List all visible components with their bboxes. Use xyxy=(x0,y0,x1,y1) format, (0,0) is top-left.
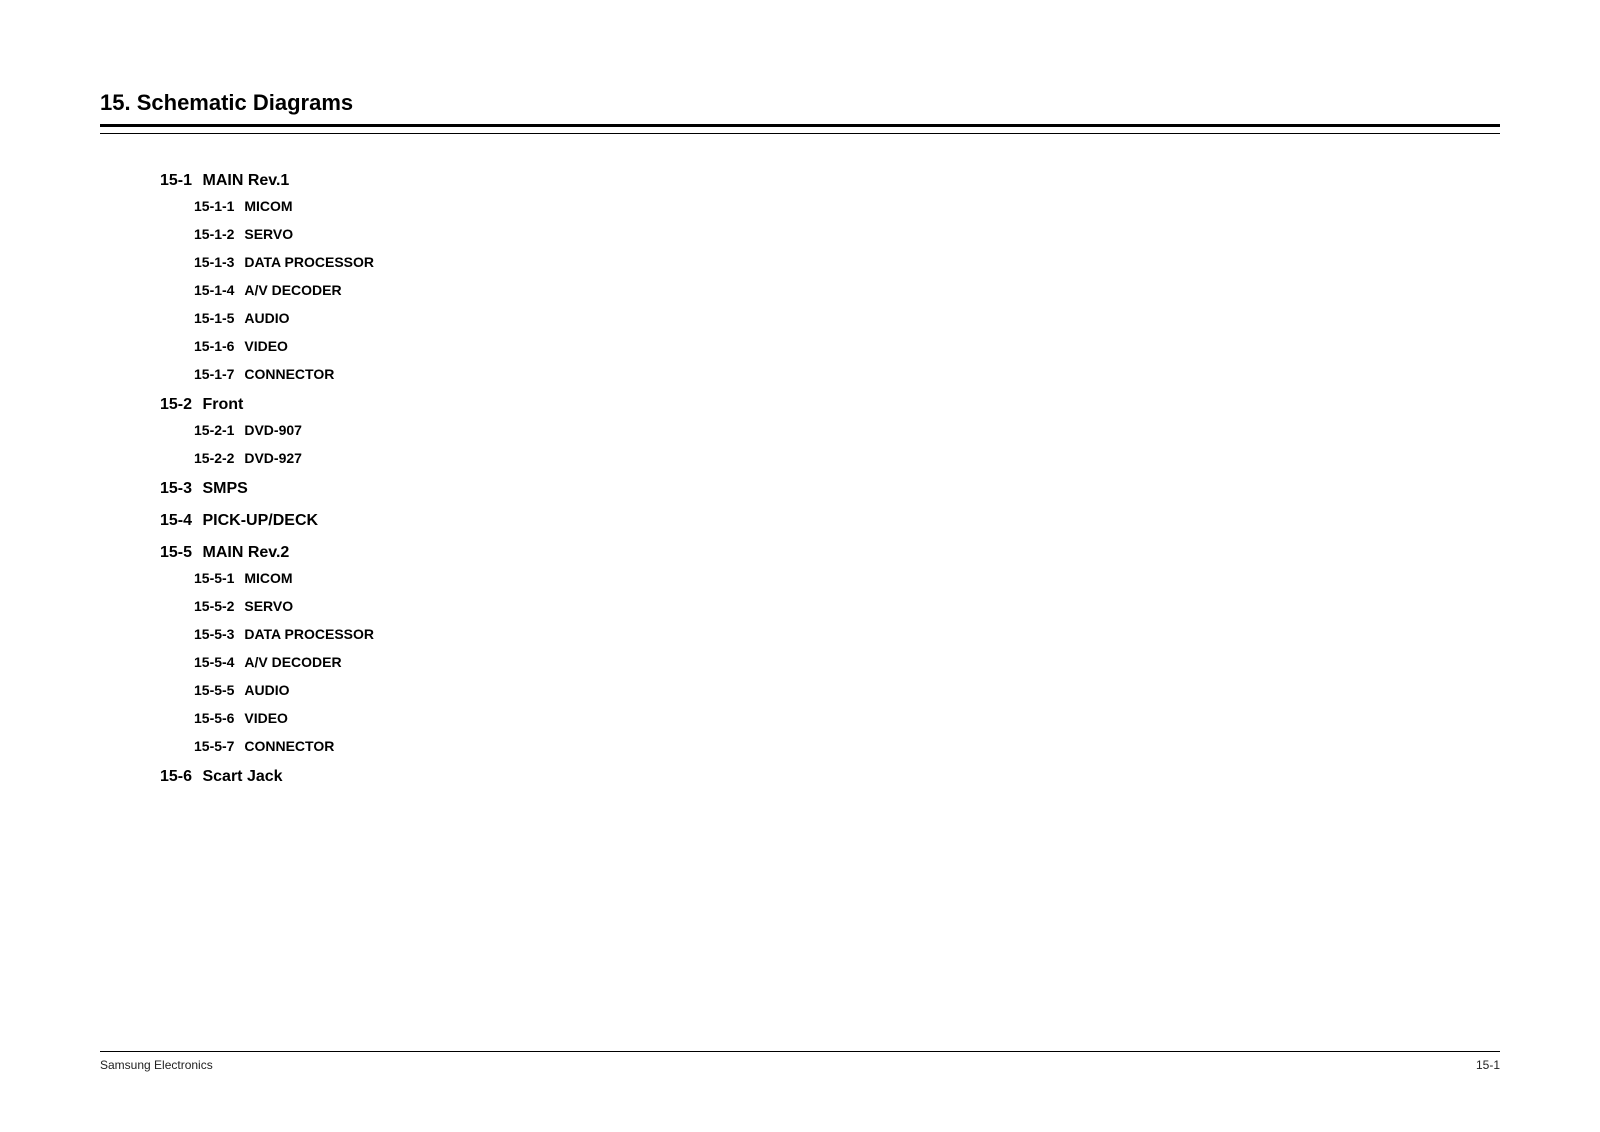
subsection-number: 15-5-4 xyxy=(194,654,234,670)
toc-section: 15-3 SMPS xyxy=(160,480,1500,498)
footer-rule xyxy=(100,1051,1500,1052)
section-number: 15-5 xyxy=(160,544,192,562)
toc-subsection: 15-2-2 DVD-927 xyxy=(194,450,1500,466)
subsection-title: CONNECTOR xyxy=(244,366,334,382)
footer-left: Samsung Electronics xyxy=(100,1058,213,1072)
rule-top-thick xyxy=(100,124,1500,127)
subsection-number: 15-5-1 xyxy=(194,570,234,586)
toc-section: 15-4 PICK-UP/DECK xyxy=(160,512,1500,530)
subsection-title: A/V DECODER xyxy=(244,654,341,670)
section-title: MAIN Rev.2 xyxy=(202,544,289,562)
subsection-title: MICOM xyxy=(244,570,292,586)
toc-subsection: 15-1-2 SERVO xyxy=(194,226,1500,242)
toc-subsection: 15-5-7 CONNECTOR xyxy=(194,738,1500,754)
footer-row: Samsung Electronics 15-1 xyxy=(100,1058,1500,1072)
toc-subsection: 15-1-3 DATA PROCESSOR xyxy=(194,254,1500,270)
subsection-number: 15-1-4 xyxy=(194,282,234,298)
toc-section: 15-2 Front xyxy=(160,396,1500,414)
subsection-title: DVD-907 xyxy=(244,422,302,438)
toc-subsection: 15-5-5 AUDIO xyxy=(194,682,1500,698)
subsection-number: 15-5-7 xyxy=(194,738,234,754)
toc-subsection: 15-1-4 A/V DECODER xyxy=(194,282,1500,298)
subsection-number: 15-1-5 xyxy=(194,310,234,326)
subsection-number: 15-1-2 xyxy=(194,226,234,242)
chapter-title: 15. Schematic Diagrams xyxy=(100,90,1500,124)
section-number: 15-3 xyxy=(160,480,192,498)
section-number: 15-2 xyxy=(160,396,192,414)
subsection-number: 15-1-6 xyxy=(194,338,234,354)
subsection-title: VIDEO xyxy=(244,338,288,354)
section-title: Front xyxy=(202,396,243,414)
section-title: SMPS xyxy=(202,480,247,498)
toc-subsection: 15-5-4 A/V DECODER xyxy=(194,654,1500,670)
footer-page-number: 15-1 xyxy=(1476,1058,1500,1072)
toc-subsection: 15-5-2 SERVO xyxy=(194,598,1500,614)
subsection-title: DATA PROCESSOR xyxy=(244,254,374,270)
subsection-number: 15-2-2 xyxy=(194,450,234,466)
subsection-title: SERVO xyxy=(244,598,293,614)
subsection-title: AUDIO xyxy=(244,682,289,698)
section-number: 15-1 xyxy=(160,172,192,190)
subsection-title: CONNECTOR xyxy=(244,738,334,754)
subsection-number: 15-1-3 xyxy=(194,254,234,270)
toc-subsection: 15-5-6 VIDEO xyxy=(194,710,1500,726)
subsection-title: MICOM xyxy=(244,198,292,214)
toc-subsection: 15-1-6 VIDEO xyxy=(194,338,1500,354)
toc-section: 15-6 Scart Jack xyxy=(160,768,1500,786)
toc-section: 15-5 MAIN Rev.2 xyxy=(160,544,1500,562)
toc-subsection: 15-1-5 AUDIO xyxy=(194,310,1500,326)
toc-subsection: 15-1-1 MICOM xyxy=(194,198,1500,214)
subsection-number: 15-5-5 xyxy=(194,682,234,698)
subsection-number: 15-5-6 xyxy=(194,710,234,726)
page-footer: Samsung Electronics 15-1 xyxy=(100,1051,1500,1072)
subsection-title: DVD-927 xyxy=(244,450,302,466)
toc-subsection: 15-1-7 CONNECTOR xyxy=(194,366,1500,382)
section-title: PICK-UP/DECK xyxy=(202,512,318,530)
subsection-number: 15-2-1 xyxy=(194,422,234,438)
subsection-title: SERVO xyxy=(244,226,293,242)
subsection-title: VIDEO xyxy=(244,710,288,726)
section-title: Scart Jack xyxy=(202,768,282,786)
subsection-title: AUDIO xyxy=(244,310,289,326)
subsection-group: 15-5-1 MICOM 15-5-2 SERVO 15-5-3 DATA PR… xyxy=(160,570,1500,754)
section-title: MAIN Rev.1 xyxy=(202,172,289,190)
section-number: 15-4 xyxy=(160,512,192,530)
subsection-group: 15-1-1 MICOM 15-1-2 SERVO 15-1-3 DATA PR… xyxy=(160,198,1500,382)
toc-section: 15-1 MAIN Rev.1 xyxy=(160,172,1500,190)
subsection-group: 15-2-1 DVD-907 15-2-2 DVD-927 xyxy=(160,422,1500,466)
subsection-title: A/V DECODER xyxy=(244,282,341,298)
rule-top-thin xyxy=(100,133,1500,134)
toc-subsection: 15-2-1 DVD-907 xyxy=(194,422,1500,438)
section-number: 15-6 xyxy=(160,768,192,786)
subsection-title: DATA PROCESSOR xyxy=(244,626,374,642)
chapter-title-text: Schematic Diagrams xyxy=(137,90,353,115)
subsection-number: 15-1-1 xyxy=(194,198,234,214)
toc-subsection: 15-5-3 DATA PROCESSOR xyxy=(194,626,1500,642)
document-page: 15. Schematic Diagrams 15-1 MAIN Rev.1 1… xyxy=(0,0,1600,826)
subsection-number: 15-5-3 xyxy=(194,626,234,642)
table-of-contents: 15-1 MAIN Rev.1 15-1-1 MICOM 15-1-2 SERV… xyxy=(100,172,1500,786)
chapter-number: 15. xyxy=(100,90,131,115)
toc-subsection: 15-5-1 MICOM xyxy=(194,570,1500,586)
subsection-number: 15-1-7 xyxy=(194,366,234,382)
subsection-number: 15-5-2 xyxy=(194,598,234,614)
